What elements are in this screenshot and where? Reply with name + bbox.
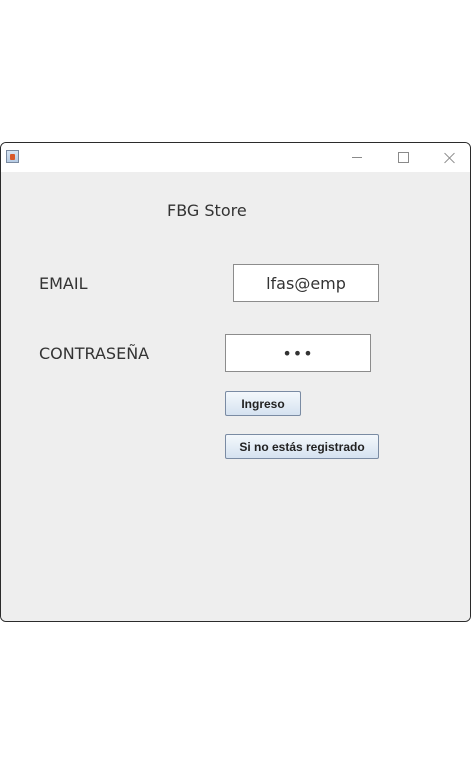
maximize-button[interactable] xyxy=(380,143,426,172)
store-title: FBG Store xyxy=(167,201,247,220)
email-label: EMAIL xyxy=(39,274,88,293)
title-bar[interactable] xyxy=(1,143,470,172)
minimize-button[interactable] xyxy=(334,143,380,172)
password-label: CONTRASEÑA xyxy=(39,344,150,363)
minimize-icon xyxy=(352,157,362,158)
register-button[interactable]: Si no estás registrado xyxy=(225,434,379,459)
app-window: FBG Store EMAIL CONTRASEÑA Ingreso Si no… xyxy=(0,142,471,622)
maximize-icon xyxy=(397,152,409,163)
login-panel: FBG Store EMAIL CONTRASEÑA Ingreso Si no… xyxy=(1,172,470,621)
login-button[interactable]: Ingreso xyxy=(225,391,301,416)
password-field[interactable] xyxy=(225,334,371,372)
close-icon xyxy=(444,152,455,163)
java-app-icon xyxy=(6,150,19,163)
close-button[interactable] xyxy=(426,143,470,172)
email-field[interactable] xyxy=(233,264,379,302)
